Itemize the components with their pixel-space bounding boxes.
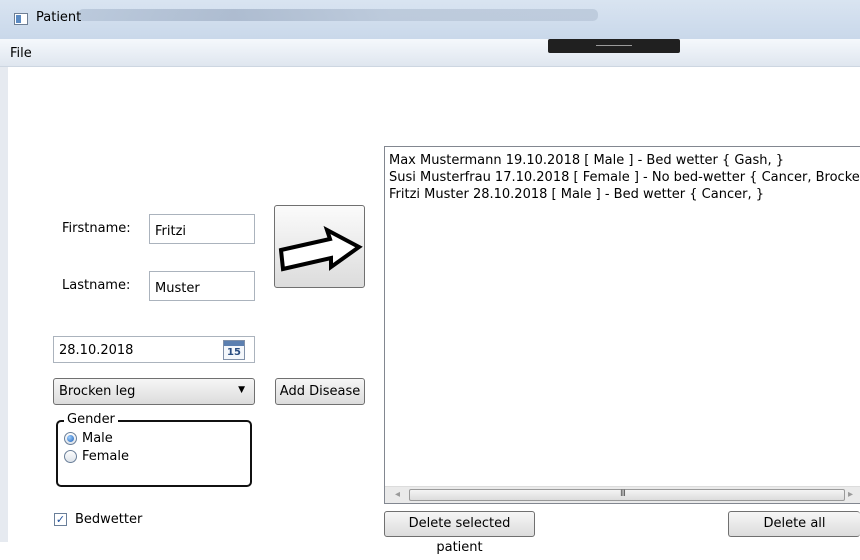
chevron-down-icon: ▼ [238, 385, 245, 395]
gender-female-radio[interactable] [64, 450, 77, 463]
date-value[interactable]: 28.10.2018 [59, 343, 133, 358]
bedwetter-checkbox[interactable]: ✓ [54, 513, 67, 526]
scroll-left-icon[interactable]: ◂ [395, 489, 400, 500]
list-item[interactable]: Max Mustermann 19.10.2018 [ Male ] - Bed… [389, 153, 784, 168]
disease-dropdown[interactable]: Brocken leg ▼ [53, 378, 255, 405]
menu-bar: File [0, 39, 860, 67]
lastname-field[interactable]: Muster [149, 271, 255, 301]
title-bar: Patient [0, 0, 860, 39]
firstname-label: Firstname: [62, 221, 131, 236]
gender-female-option[interactable]: Female [64, 449, 129, 464]
bedwetter-label: Bedwetter [75, 512, 143, 527]
blurred-title-region [78, 9, 598, 21]
scroll-right-icon[interactable]: ▸ [848, 489, 853, 500]
calendar-icon[interactable]: 15 [223, 340, 245, 360]
list-item[interactable]: Fritzi Muster 28.10.2018 [ Male ] - Bed … [389, 187, 764, 202]
list-item[interactable]: Susi Musterfrau 17.10.2018 [ Female ] - … [389, 170, 860, 185]
add-patient-arrow-button[interactable] [274, 205, 365, 288]
calendar-day: 15 [227, 347, 241, 358]
delete-all-button[interactable]: Delete all [728, 511, 860, 537]
lastname-label: Lastname: [62, 278, 131, 293]
disease-selected: Brocken leg [59, 384, 136, 399]
gender-group: Gender Male Female [56, 412, 252, 487]
patient-list[interactable]: Max Mustermann 19.10.2018 [ Male ] - Bed… [384, 146, 860, 504]
delete-selected-patient-button[interactable]: Delete selected patient [384, 511, 535, 555]
gender-legend: Gender [64, 412, 118, 427]
gender-female-label: Female [82, 449, 130, 464]
window-title: Patient [36, 10, 82, 25]
horizontal-scrollbar[interactable]: ◂ III ▸ [385, 486, 860, 503]
menu-file[interactable]: File [10, 46, 32, 61]
firstname-field[interactable]: Fritzi [149, 214, 255, 244]
add-disease-button[interactable]: Add Disease [275, 378, 365, 405]
left-border [0, 67, 8, 542]
date-picker[interactable]: 28.10.2018 15 [53, 336, 255, 363]
bedwetter-option[interactable]: ✓ Bedwetter [54, 512, 142, 527]
scrollbar-thumb[interactable]: III [409, 489, 845, 501]
gender-male-label: Male [82, 431, 113, 446]
scrollbar-grip: III [620, 489, 626, 499]
gender-male-option[interactable]: Male [64, 431, 113, 446]
window-icon [14, 13, 28, 25]
drag-handle[interactable] [548, 39, 680, 53]
gender-male-radio[interactable] [64, 432, 77, 445]
right-arrow-icon [278, 225, 363, 272]
